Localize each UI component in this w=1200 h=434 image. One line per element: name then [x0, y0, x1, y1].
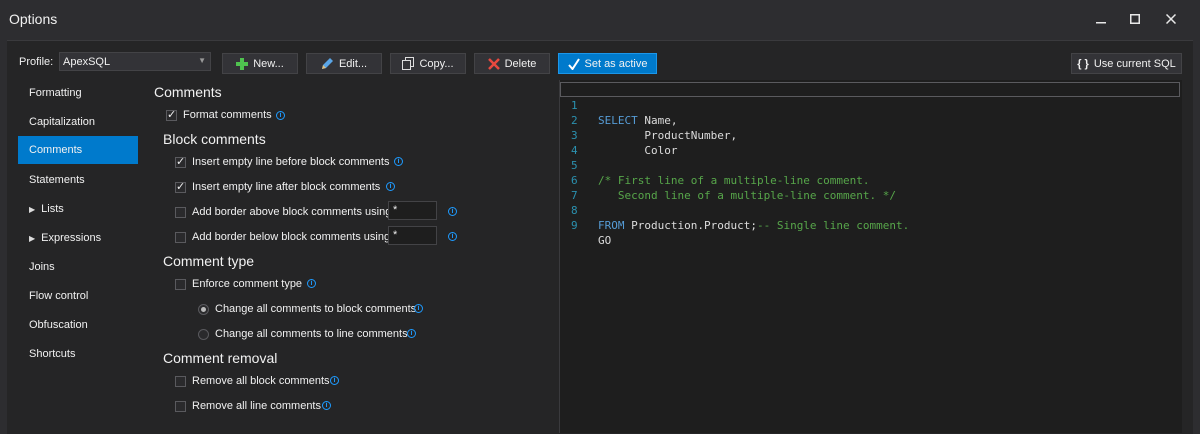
- window-title: Options: [9, 11, 58, 27]
- profile-value: ApexSQL: [63, 56, 111, 68]
- delete-icon: [487, 57, 500, 70]
- maximize-icon: [1130, 14, 1140, 24]
- minimize-icon: [1096, 22, 1106, 24]
- comment-type-heading: Comment type: [163, 253, 255, 269]
- info-icon[interactable]: i: [322, 401, 331, 410]
- insert-before-checkbox[interactable]: Insert empty line before block comments: [175, 155, 389, 168]
- code-line: 7: [571, 189, 578, 202]
- nav-item-comments[interactable]: Comments: [18, 136, 138, 164]
- enforce-type-checkbox[interactable]: Enforce comment type: [175, 278, 302, 290]
- info-icon[interactable]: i: [448, 207, 457, 216]
- copy-button-label: Copy...: [419, 57, 454, 70]
- nav-item-joins[interactable]: Joins: [18, 253, 138, 281]
- code-line: 2 ProductNumber,: [571, 114, 738, 142]
- comment-removal-heading: Comment removal: [163, 350, 278, 366]
- title-bar: Options: [0, 0, 1200, 38]
- info-icon[interactable]: i: [407, 329, 416, 338]
- chevron-down-icon: ▼: [198, 56, 206, 65]
- plus-icon: [236, 57, 249, 70]
- code-line: 4: [571, 144, 578, 157]
- set-as-active-button[interactable]: Set as active: [558, 53, 657, 74]
- code-line: 6 Second line of a multiple-line comment…: [571, 174, 897, 202]
- border-below-input[interactable]: *: [388, 226, 437, 245]
- nav-item-shortcuts[interactable]: Shortcuts: [18, 340, 138, 368]
- use-current-sql-label: Use current SQL: [1093, 57, 1176, 70]
- close-button[interactable]: [1161, 9, 1181, 29]
- minimize-button[interactable]: [1091, 9, 1111, 29]
- info-icon[interactable]: i: [414, 304, 423, 313]
- new-button[interactable]: New...: [222, 53, 298, 74]
- copy-icon: [402, 57, 415, 70]
- nav-item-flow-control[interactable]: Flow control: [18, 282, 138, 310]
- braces-icon: { }: [1077, 57, 1089, 70]
- use-current-sql-button[interactable]: { } Use current SQL: [1071, 53, 1182, 74]
- nav-item-capitalization[interactable]: Capitalization: [18, 108, 138, 136]
- border-above-checkbox[interactable]: Add border above block comments using: [175, 206, 391, 218]
- format-comments-checkbox[interactable]: Format comments: [166, 108, 272, 121]
- chevron-right-icon: ▶: [29, 234, 36, 243]
- info-icon[interactable]: i: [307, 279, 316, 288]
- nav-item-expressions[interactable]: ▶ Expressions: [18, 224, 138, 252]
- block-comments-heading: Block comments: [163, 131, 266, 147]
- code-line: 1 SELECT Name,: [571, 99, 678, 127]
- info-icon[interactable]: i: [394, 157, 403, 166]
- border-below-checkbox[interactable]: Add border below block comments using: [175, 231, 390, 243]
- code-line: 5 /* First line of a multiple-line comme…: [571, 159, 870, 187]
- to-block-radio[interactable]: Change all comments to block comments: [198, 303, 416, 315]
- nav-item-formatting[interactable]: Formatting: [18, 79, 138, 107]
- set-as-active-label: Set as active: [584, 57, 648, 70]
- checkmark-icon: [567, 57, 580, 70]
- comments-heading: Comments: [154, 84, 222, 100]
- edit-button-label: Edit...: [338, 57, 368, 70]
- pencil-icon: [321, 58, 333, 69]
- info-icon[interactable]: i: [448, 232, 457, 241]
- remove-block-checkbox[interactable]: Remove all block comments: [175, 375, 330, 387]
- insert-after-checkbox[interactable]: Insert empty line after block comments: [175, 180, 380, 193]
- code-line: 8 FROM Production.Product;-- Single line…: [571, 204, 910, 232]
- maximize-button[interactable]: [1125, 9, 1145, 29]
- remove-line-checkbox[interactable]: Remove all line comments: [175, 400, 321, 412]
- edit-button[interactable]: Edit...: [306, 53, 382, 74]
- profile-label: Profile:: [19, 56, 54, 68]
- info-icon[interactable]: i: [386, 182, 395, 191]
- sql-preview-editor[interactable]: 1 SELECT Name, 2 ProductNumber, 3 Color …: [559, 80, 1182, 433]
- code-line: 9 GO: [571, 219, 612, 247]
- delete-button[interactable]: Delete: [474, 53, 550, 74]
- nav-item-statements[interactable]: Statements: [18, 166, 138, 194]
- profile-select[interactable]: ApexSQL ▼: [59, 52, 211, 71]
- border-above-input[interactable]: *: [388, 201, 437, 220]
- copy-button[interactable]: Copy...: [390, 53, 466, 74]
- code-line: 3 Color: [571, 129, 678, 157]
- close-icon: [1166, 14, 1176, 24]
- delete-button-label: Delete: [504, 57, 537, 70]
- info-icon[interactable]: i: [276, 111, 285, 120]
- chevron-right-icon: ▶: [29, 205, 36, 214]
- nav-item-lists[interactable]: ▶ Lists: [18, 195, 138, 223]
- current-line-highlight: [560, 82, 1180, 97]
- nav-item-obfuscation[interactable]: Obfuscation: [18, 311, 138, 339]
- info-icon[interactable]: i: [330, 376, 339, 385]
- to-line-radio[interactable]: Change all comments to line comments: [198, 328, 408, 340]
- new-button-label: New...: [253, 57, 284, 70]
